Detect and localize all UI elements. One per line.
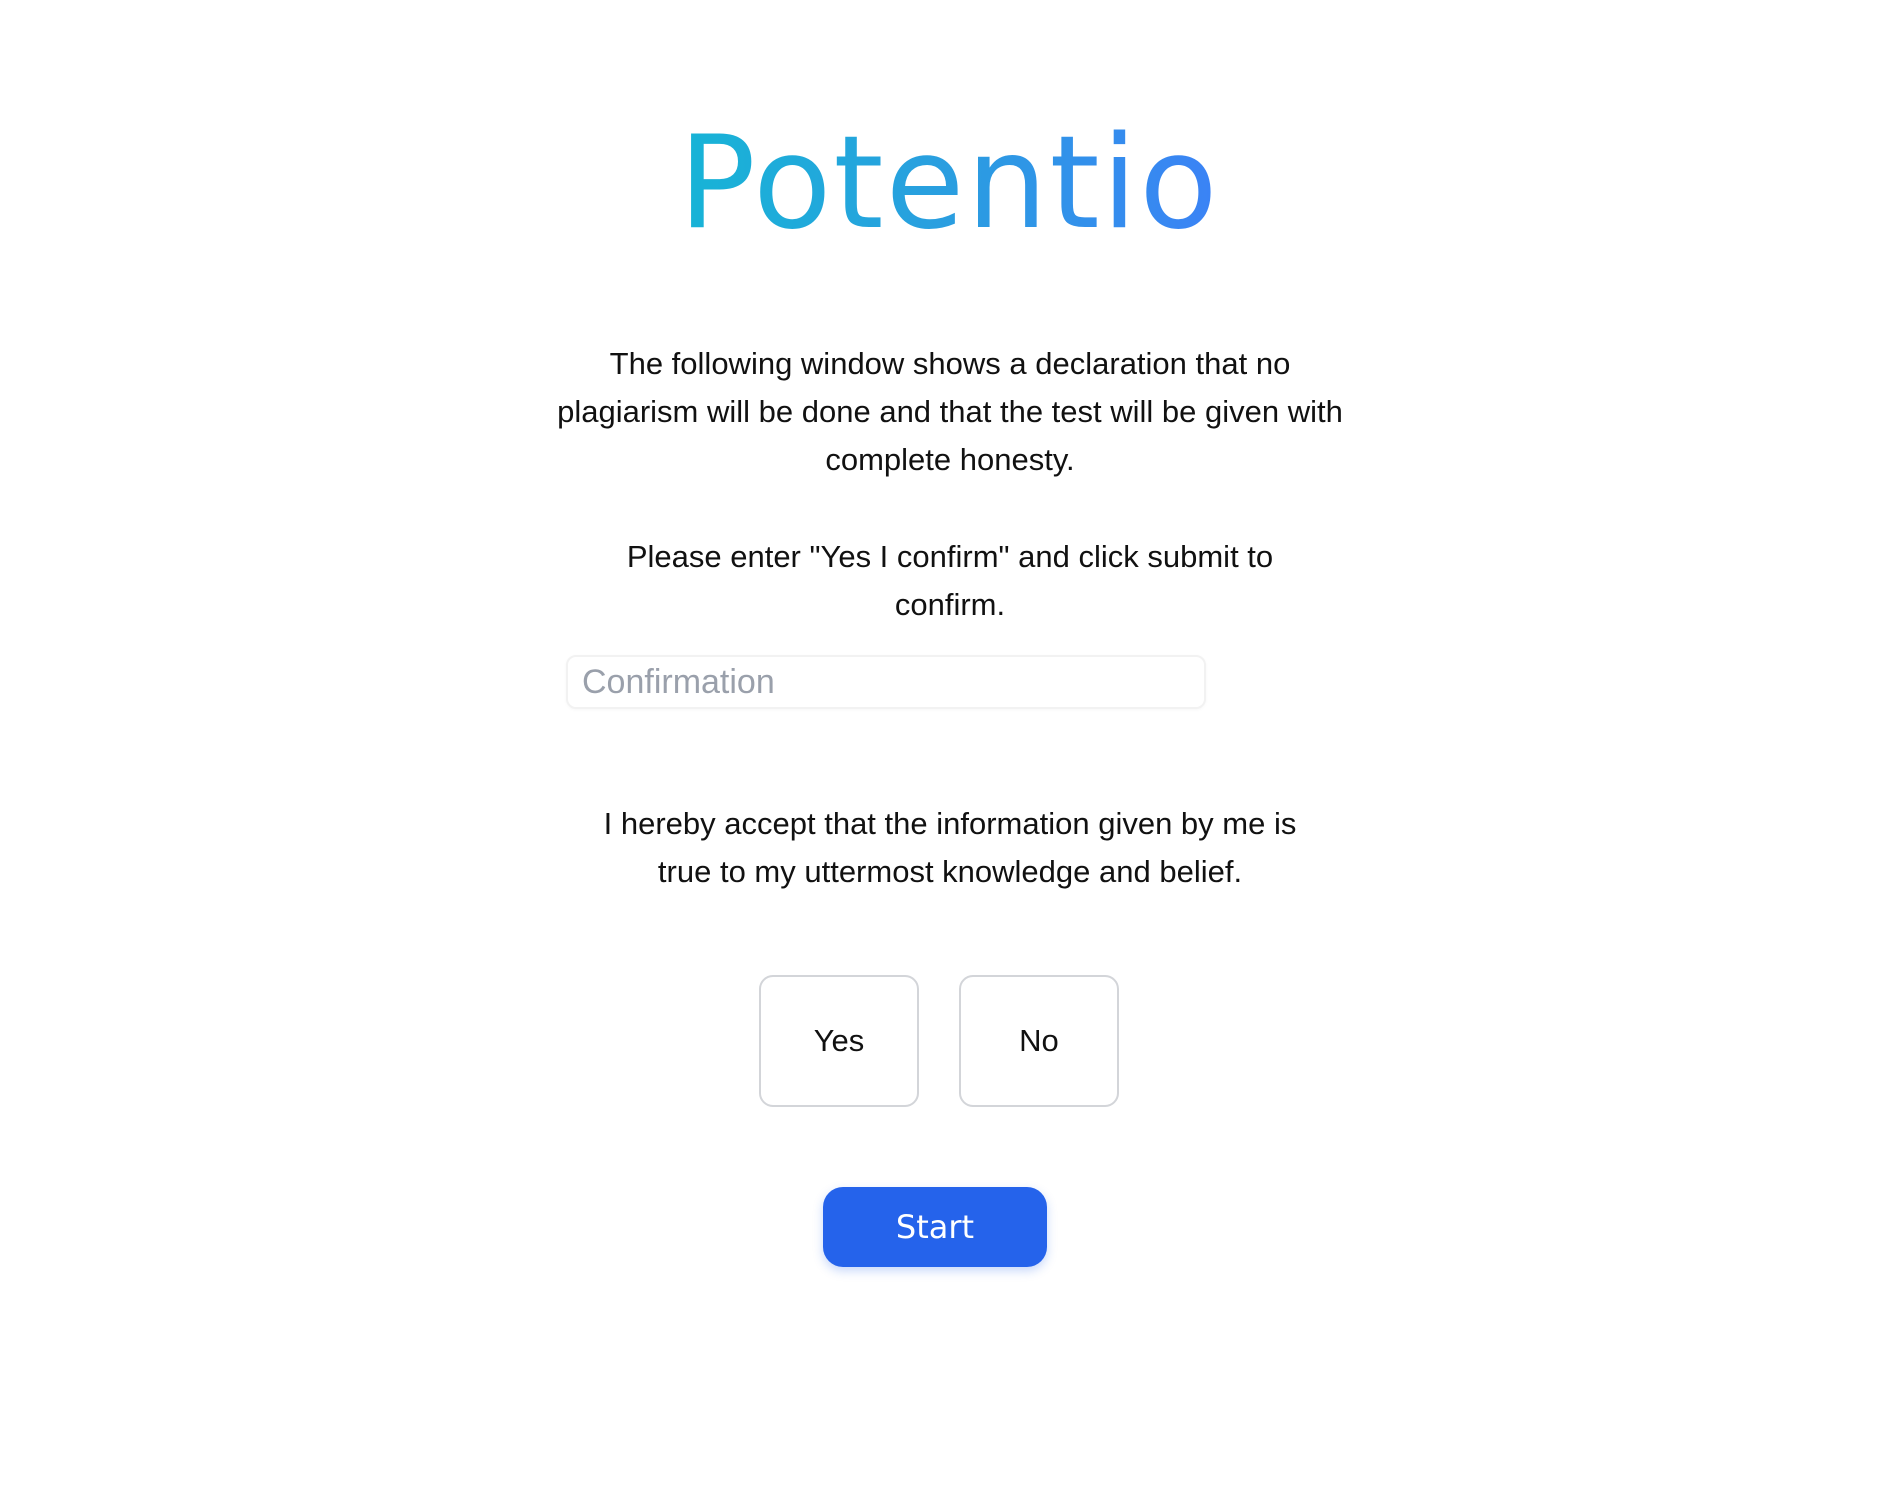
no-button[interactable]: No — [959, 975, 1119, 1107]
app-logo-text: Potentio — [678, 109, 1220, 258]
declaration-intro: The following window shows a declaration… — [557, 346, 1343, 477]
confirmation-instruction: Please enter "Yes I confirm" and click s… — [626, 539, 1274, 622]
acceptance-statement: I hereby accept that the information giv… — [603, 806, 1297, 889]
start-button[interactable]: Start — [823, 1187, 1047, 1267]
confirmation-input[interactable] — [566, 655, 1206, 709]
app-logo: Potentio — [0, 120, 1898, 248]
yes-button[interactable]: Yes — [759, 975, 919, 1107]
declaration-page: Potentio The following window shows a de… — [0, 0, 1898, 1496]
